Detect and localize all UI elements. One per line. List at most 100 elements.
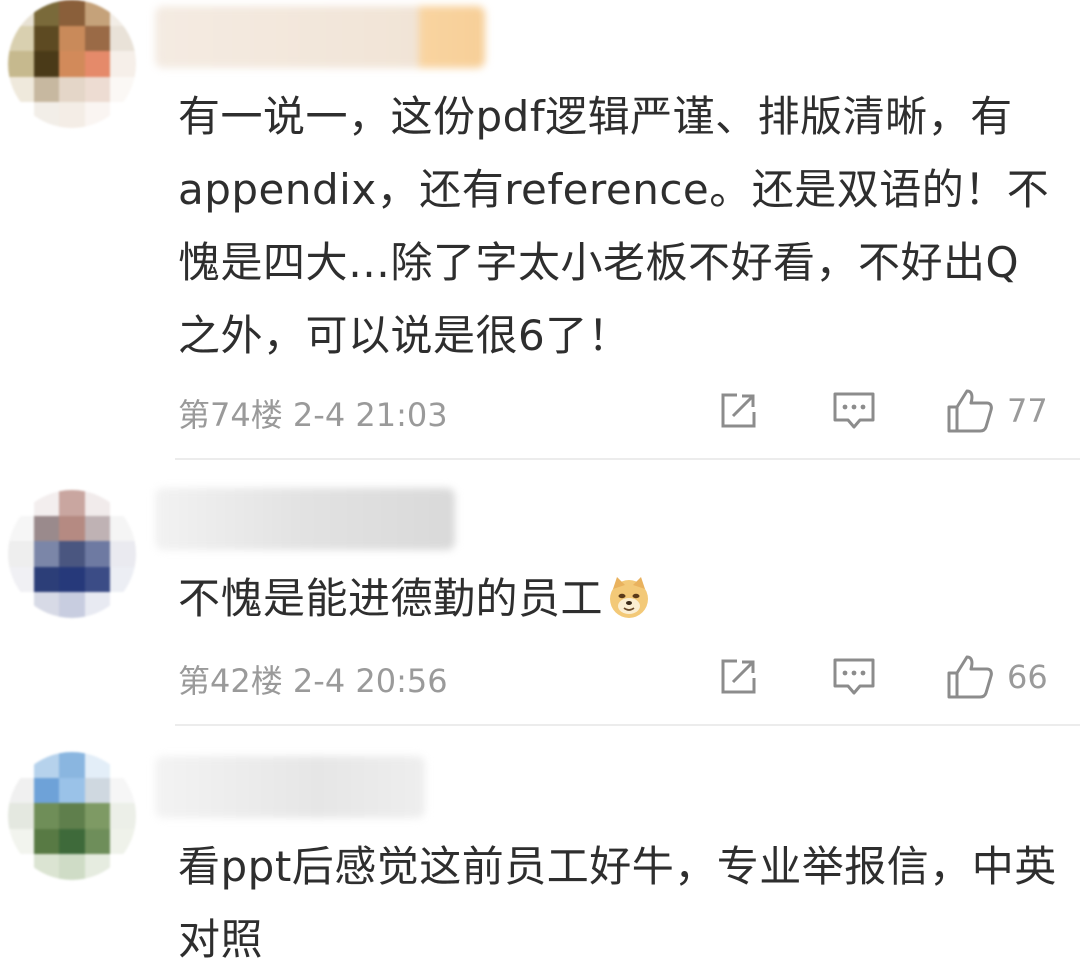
avatar-mosaic-cell: [84, 752, 111, 778]
avatar-mosaic-cell: [8, 515, 34, 542]
post-time: 2-4 21:03: [292, 396, 448, 434]
avatar-mosaic-cell: [59, 854, 85, 880]
floor-number: 第42楼: [178, 662, 283, 700]
avatar-mosaic-cell: [59, 803, 85, 829]
avatar-mosaic-cell: [110, 51, 136, 77]
username-blurred[interactable]: [155, 488, 455, 550]
avatar-mosaic-cell: [59, 828, 85, 855]
avatar-mosaic-cell: [59, 0, 85, 26]
reply-button[interactable]: [830, 652, 878, 702]
comment-meta: 第42楼 2-4 20:56: [178, 656, 448, 702]
avatar-mosaic-cell: [84, 515, 111, 542]
avatar-mosaic-cell: [84, 854, 111, 880]
comment-text: 看ppt后感觉这前员工好牛，专业举报信，中英对照: [178, 842, 1057, 964]
thumbs-up-icon: [947, 389, 993, 433]
comment-icon: [833, 392, 875, 429]
avatar-mosaic-cell: [110, 566, 136, 593]
avatar-mosaic-cell: [8, 25, 34, 52]
avatar-mosaic-cell: [110, 803, 136, 829]
avatar-mosaic-cell: [59, 102, 85, 128]
avatar-mosaic-cell: [8, 490, 34, 516]
thumbs-up-icon: [947, 655, 993, 699]
avatar-mosaic-cell: [84, 102, 111, 128]
avatar-mosaic-cell: [33, 0, 60, 26]
reply-button[interactable]: [830, 386, 878, 436]
avatar-mosaic-cell: [110, 0, 136, 26]
divider: [175, 724, 1080, 726]
avatar[interactable]: [8, 752, 136, 880]
avatar-mosaic-cell: [8, 592, 34, 618]
avatar-mosaic-cell: [59, 25, 85, 52]
like-count: 77: [1007, 392, 1048, 430]
comment-text: 有一说一，这份pdf逻辑严谨、排版清晰，有appendix，还有referenc…: [178, 92, 1050, 360]
like-button[interactable]: 66: [945, 652, 1048, 702]
avatar-mosaic-cell: [8, 854, 34, 880]
avatar-mosaic-cell: [8, 777, 34, 804]
username-blurred[interactable]: [155, 756, 425, 818]
username-blurred[interactable]: [155, 6, 485, 68]
divider: [175, 458, 1080, 460]
avatar-mosaic-cell: [8, 752, 34, 778]
avatar-mosaic-cell: [59, 76, 85, 103]
avatar-mosaic-cell: [84, 541, 111, 567]
comment-meta: 第74楼 2-4 21:03: [178, 390, 448, 436]
avatar-mosaic-cell: [59, 777, 85, 804]
avatar-mosaic-cell: [8, 76, 34, 103]
avatar-mosaic-cell: [33, 76, 60, 103]
like-count: 66: [1007, 658, 1048, 696]
share-icon: [721, 393, 756, 428]
avatar-mosaic-cell: [110, 490, 136, 516]
avatar-mosaic-cell: [8, 51, 34, 77]
avatar-mosaic-cell: [110, 102, 136, 128]
doge-emoji: [610, 577, 649, 618]
avatar-mosaic-cell: [84, 777, 111, 804]
share-icon: [721, 659, 756, 694]
comment-text-body: 不愧是能进德勤的员工: [178, 574, 604, 623]
avatar-mosaic-cell: [33, 25, 60, 52]
avatar-mosaic-cell: [33, 828, 60, 855]
avatar-mosaic-cell: [84, 803, 111, 829]
avatar-mosaic-cell: [33, 566, 60, 593]
avatar-mosaic-cell: [59, 51, 85, 77]
avatar-mosaic-cell: [59, 515, 85, 542]
avatar-mosaic-cell: [84, 51, 111, 77]
avatar-mosaic-cell: [59, 490, 85, 516]
share-button[interactable]: [715, 652, 761, 702]
avatar[interactable]: [8, 0, 136, 128]
avatar-mosaic-cell: [59, 592, 85, 618]
floor-number: 第74楼: [178, 396, 283, 434]
avatar-mosaic-cell: [8, 102, 34, 128]
avatar-mosaic-cell: [8, 828, 34, 855]
avatar-mosaic-cell: [110, 752, 136, 778]
avatar-mosaic-cell: [84, 490, 111, 516]
avatar-mosaic-cell: [110, 25, 136, 52]
comment-actions: 77: [700, 386, 1070, 436]
avatar-mosaic-cell: [110, 592, 136, 618]
comment-text: 不愧是能进德勤的员工: [178, 562, 1058, 635]
avatar-mosaic-cell: [33, 102, 60, 128]
avatar-mosaic-cell: [33, 490, 60, 516]
avatar-mosaic-cell: [33, 752, 60, 778]
avatar-mosaic-cell: [84, 566, 111, 593]
share-button[interactable]: [715, 386, 761, 436]
avatar-mosaic-cell: [110, 828, 136, 855]
avatar-mosaic-cell: [84, 828, 111, 855]
avatar-mosaic-cell: [33, 541, 60, 567]
avatar-mosaic-cell: [33, 515, 60, 542]
avatar-mosaic-cell: [33, 854, 60, 880]
avatar-mosaic-cell: [8, 0, 34, 26]
comment-actions: 66: [700, 652, 1070, 702]
avatar-mosaic-cell: [33, 803, 60, 829]
avatar-mosaic-cell: [59, 566, 85, 593]
post-time: 2-4 20:56: [292, 662, 448, 700]
avatar-mosaic-cell: [84, 25, 111, 52]
comment-icon: [833, 658, 875, 695]
avatar-mosaic-cell: [33, 51, 60, 77]
avatar-mosaic-cell: [8, 541, 34, 567]
avatar-mosaic-cell: [8, 566, 34, 593]
like-button[interactable]: 77: [945, 386, 1048, 436]
avatar-mosaic-cell: [59, 752, 85, 778]
avatar-mosaic-cell: [110, 854, 136, 880]
avatar-mosaic-cell: [110, 541, 136, 567]
avatar[interactable]: [8, 490, 136, 618]
